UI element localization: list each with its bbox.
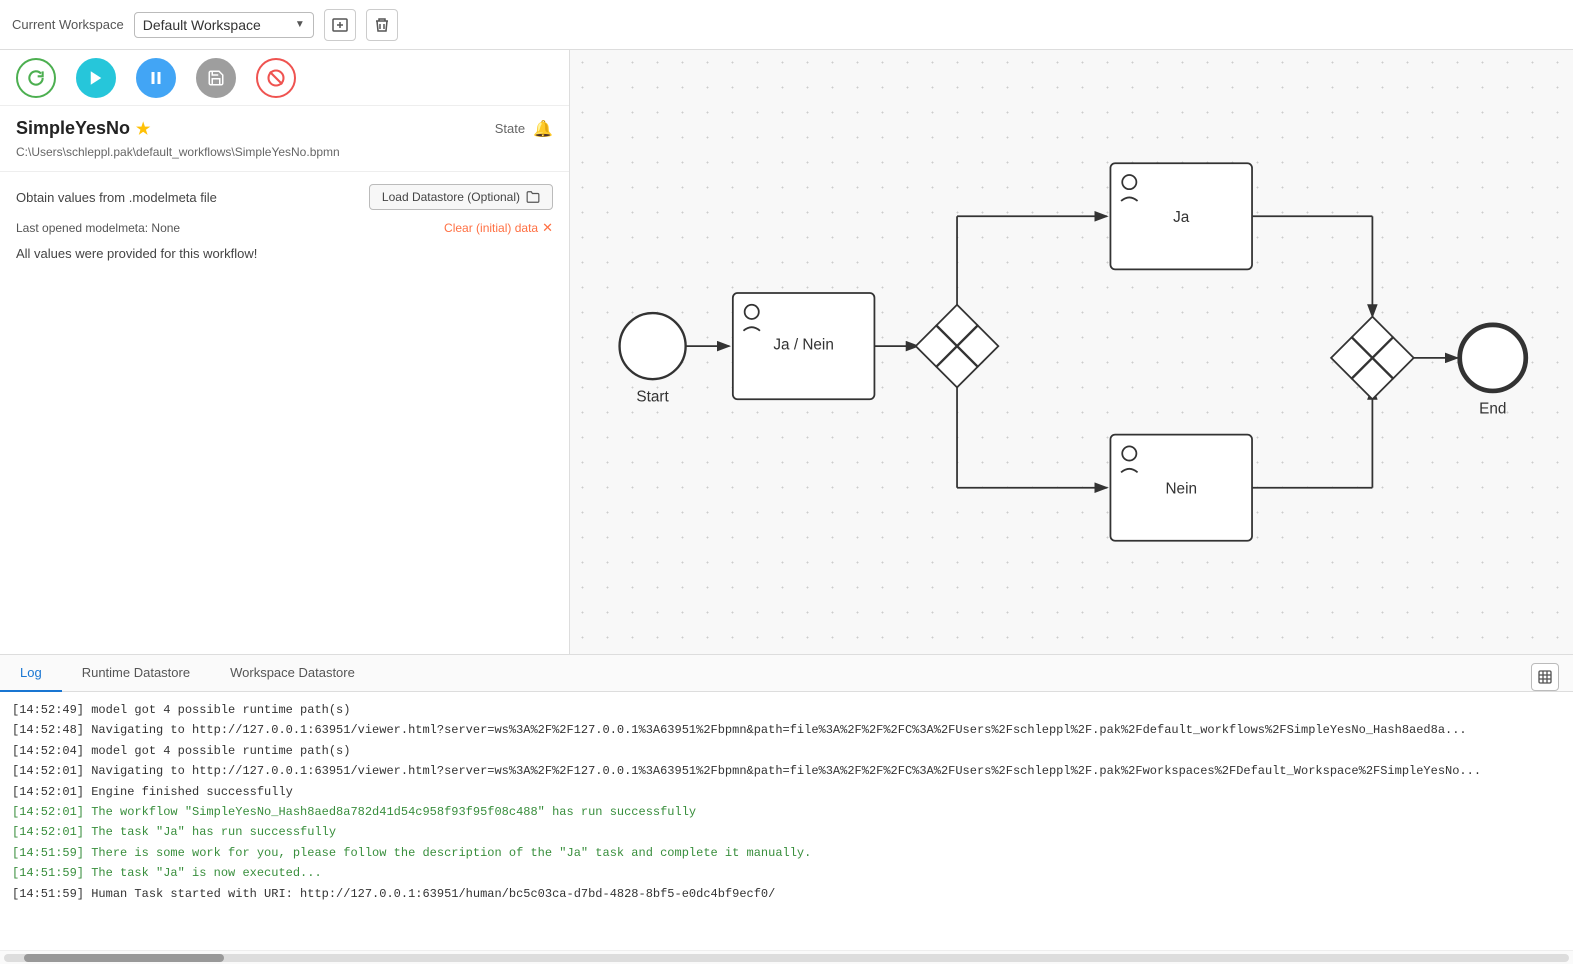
workflow-title-row: SimpleYesNo ★ State 🔔 [16, 118, 553, 139]
log-line: [14:51:59] There is some work for you, p… [12, 843, 1561, 863]
clear-initial-data-button[interactable]: Clear (initial) data ✕ [444, 220, 553, 236]
run-button[interactable] [76, 58, 116, 98]
log-line: [14:52:01] Engine finished successfully [12, 782, 1561, 802]
toolbar [0, 50, 569, 106]
start-label: Start [636, 389, 669, 406]
log-line: [14:52:01] The workflow "SimpleYesNo_Has… [12, 802, 1561, 822]
end-label: End [1479, 400, 1506, 417]
stop-button[interactable] [256, 58, 296, 98]
task-ja-nein-label: Ja / Nein [773, 337, 834, 354]
log-content[interactable]: [14:52:49] model got 4 possible runtime … [0, 692, 1573, 950]
tab-workspace-datastore[interactable]: Workspace Datastore [210, 655, 375, 692]
obtain-label: Obtain values from .modelmeta file [16, 190, 217, 205]
workspace-dropdown[interactable]: Default Workspace ▼ [134, 12, 314, 38]
values-status: All values were provided for this workfl… [16, 246, 553, 261]
log-line: [14:51:59] Human Task started with URI: … [12, 884, 1561, 904]
state-area: State 🔔 [495, 119, 553, 139]
workflow-name-text: SimpleYesNo [16, 118, 130, 139]
data-section: Obtain values from .modelmeta file Load … [0, 172, 569, 654]
add-workspace-button[interactable] [324, 9, 356, 41]
save-button[interactable] [196, 58, 236, 98]
log-line: [14:52:04] model got 4 possible runtime … [12, 741, 1561, 761]
bpmn-diagram: Start Ja / Nein Ja [570, 50, 1573, 654]
star-icon[interactable]: ★ [136, 119, 150, 139]
log-export-button[interactable] [1531, 663, 1559, 691]
chevron-down-icon: ▼ [295, 19, 305, 30]
folder-icon [526, 190, 540, 204]
task-ja-label: Ja [1173, 209, 1190, 226]
left-panel: SimpleYesNo ★ State 🔔 C:\Users\schleppl.… [0, 50, 570, 654]
top-bar: Current Workspace Default Workspace ▼ [0, 0, 1573, 50]
scrollbar-thumb[interactable] [24, 954, 224, 962]
load-datastore-label: Load Datastore (Optional) [382, 190, 520, 204]
log-line: [14:52:48] Navigating to http://127.0.0.… [12, 720, 1561, 740]
tab-runtime-datastore[interactable]: Runtime Datastore [62, 655, 210, 692]
task-nein-label: Nein [1165, 481, 1197, 498]
export-icon [1537, 669, 1553, 685]
scrollbar-track[interactable] [4, 954, 1569, 962]
diagram-area[interactable]: Start Ja / Nein Ja [570, 50, 1573, 654]
tabs-row: Log Runtime Datastore Workspace Datastor… [0, 655, 1573, 692]
workflow-path: C:\Users\schleppl.pak\default_workflows\… [16, 145, 553, 159]
bell-icon[interactable]: 🔔 [533, 119, 553, 139]
main-area: SimpleYesNo ★ State 🔔 C:\Users\schleppl.… [0, 50, 1573, 654]
log-line: [14:52:01] The task "Ja" has run success… [12, 822, 1561, 842]
end-event[interactable] [1460, 325, 1526, 391]
refresh-button[interactable] [16, 58, 56, 98]
current-workspace-label: Current Workspace [12, 17, 124, 32]
workspace-dropdown-text: Default Workspace [143, 17, 289, 33]
obtain-row: Obtain values from .modelmeta file Load … [16, 184, 553, 210]
state-label: State [495, 121, 525, 136]
log-line: [14:52:49] model got 4 possible runtime … [12, 700, 1561, 720]
workflow-info: SimpleYesNo ★ State 🔔 C:\Users\schleppl.… [0, 106, 569, 172]
last-opened-row: Last opened modelmeta: None Clear (initi… [16, 220, 553, 236]
start-event[interactable] [620, 313, 686, 379]
log-line: [14:52:01] Navigating to http://127.0.0.… [12, 761, 1561, 781]
log-line: [14:51:59] The task "Ja" is now executed… [12, 863, 1561, 883]
load-datastore-button[interactable]: Load Datastore (Optional) [369, 184, 553, 210]
clear-x-icon: ✕ [542, 220, 553, 236]
tab-log[interactable]: Log [0, 655, 62, 692]
clear-label: Clear (initial) data [444, 221, 538, 235]
horizontal-scrollbar[interactable] [0, 950, 1573, 964]
pause-button[interactable] [136, 58, 176, 98]
last-opened-label: Last opened modelmeta: None [16, 221, 180, 235]
bottom-panel: Log Runtime Datastore Workspace Datastor… [0, 654, 1573, 964]
delete-workspace-button[interactable] [366, 9, 398, 41]
workflow-name: SimpleYesNo ★ [16, 118, 150, 139]
